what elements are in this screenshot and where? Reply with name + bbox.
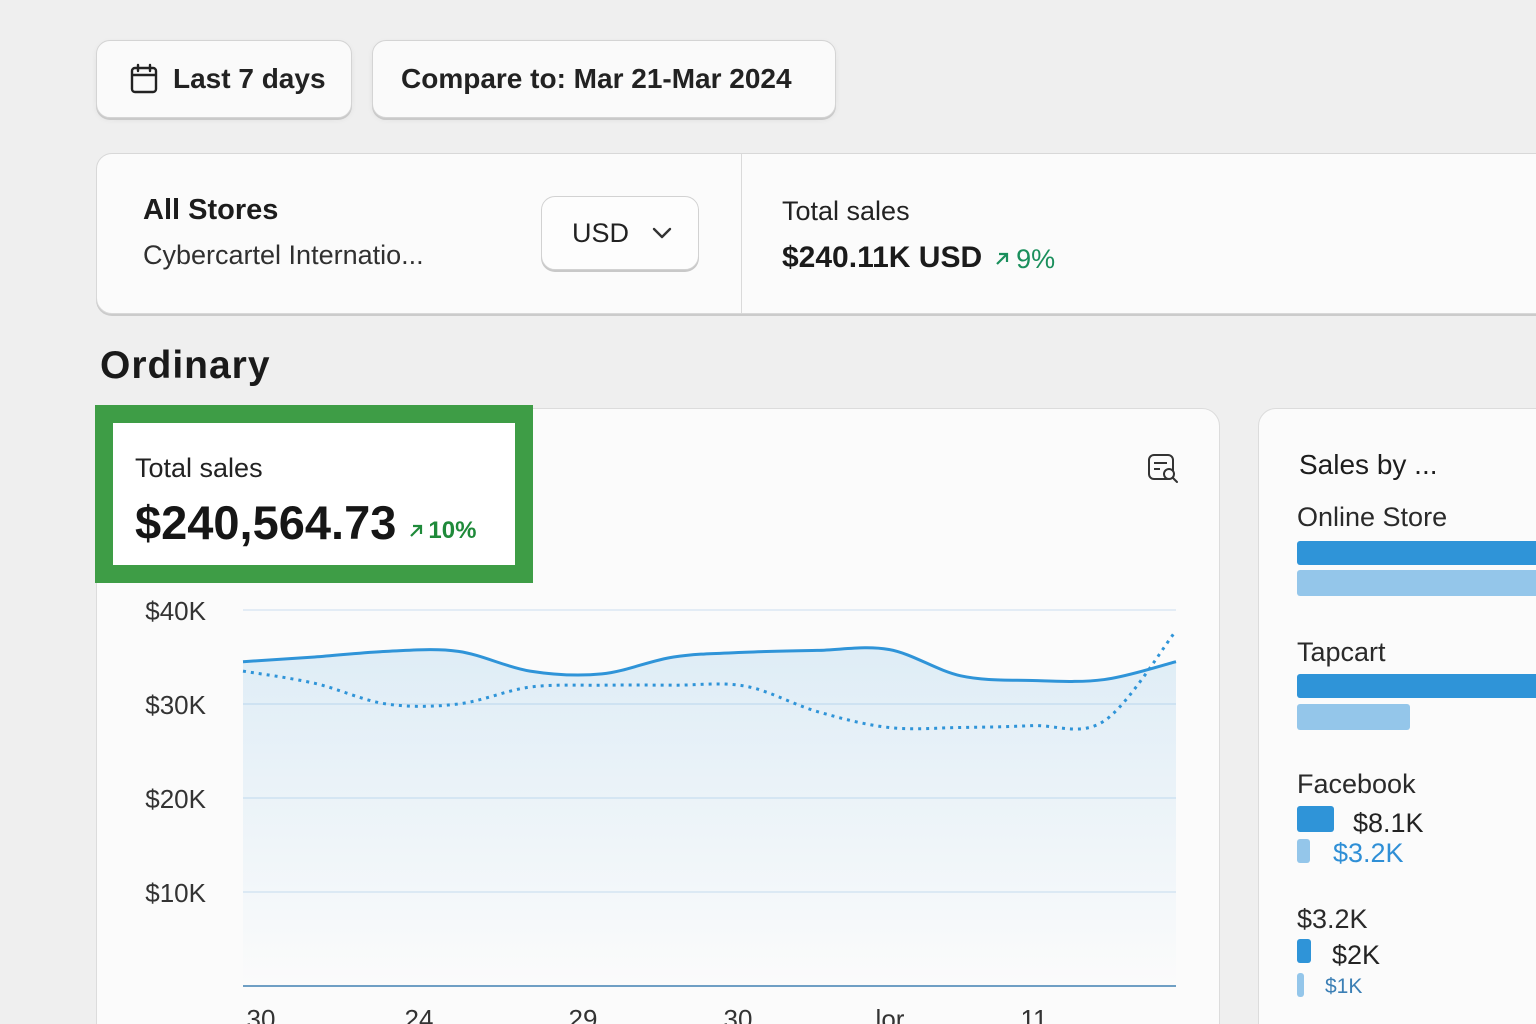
y-tick-label: $20K (145, 784, 206, 814)
total-sales-value: $240.11K USD 9% (782, 241, 1055, 275)
chevron-down-icon (652, 227, 672, 239)
currency-value: USD (572, 217, 630, 248)
highlight-amount: $240,564.73 (135, 496, 397, 549)
store-summary-card: All Stores Cybercartel Internatio... USD… (96, 153, 1536, 314)
channel-bar-current (1297, 674, 1536, 698)
x-tick-label: lor (876, 1004, 905, 1024)
x-tick-label: 29 (569, 1004, 598, 1024)
sales-by-title: Sales by ... (1299, 449, 1438, 480)
x-tick-label: 11 (1021, 1004, 1048, 1024)
x-tick-label: 30 (724, 1004, 753, 1024)
channel-value-previous: $1K (1325, 975, 1363, 998)
date-range-label: Last 7 days (173, 63, 326, 94)
y-tick-label: $40K (145, 596, 206, 626)
y-tick-label: $30K (145, 690, 206, 720)
channel-label: Tapcart (1297, 637, 1386, 667)
total-sales-label: Total sales (782, 196, 910, 226)
compare-label: Compare to: Mar 21-Mar 2024 (401, 63, 792, 94)
channel-bar-previous (1297, 570, 1536, 596)
channel-value-previous: $3.2K (1333, 838, 1404, 868)
channel-value-current: $2K (1332, 940, 1381, 970)
channel-label: Facebook (1297, 769, 1416, 799)
report-search-icon[interactable] (1146, 452, 1180, 484)
date-range-button[interactable]: Last 7 days (96, 40, 352, 118)
series-area (243, 647, 1176, 986)
x-tick-label: 30 (247, 1004, 276, 1024)
x-tick-label: 24 (405, 1004, 434, 1024)
sales-by-channel-card: Sales by ... Online Store Tapcart Facebo… (1258, 408, 1536, 1024)
compare-button[interactable]: Compare to: Mar 21-Mar 2024 (372, 40, 836, 118)
highlight-delta: 10% (408, 517, 476, 545)
summary-divider (741, 154, 742, 313)
channel-label: Online Store (1297, 502, 1448, 532)
channel-bar-current (1297, 541, 1536, 565)
store-title: All Stores (143, 194, 279, 226)
total-sales-delta-value: 9% (1016, 243, 1056, 274)
highlight-value: $240,564.73 10% (135, 495, 476, 550)
channel-bar-previous (1297, 839, 1310, 863)
arrow-up-right-icon (410, 524, 423, 537)
arrow-up-right-icon (996, 252, 1009, 265)
channel-label: $3.2K (1297, 904, 1368, 934)
total-sales-delta: 9% (994, 244, 1055, 275)
channel-bar-current (1297, 939, 1311, 963)
channel-bar-previous (1297, 973, 1304, 997)
total-sales-amount: $240.11K USD (782, 241, 983, 274)
channel-bar-current (1297, 806, 1334, 832)
store-subtitle: Cybercartel Internatio... (143, 240, 424, 270)
total-sales-highlight: Total sales $240,564.73 10% (95, 405, 533, 583)
calendar-icon (130, 63, 158, 94)
total-sales-line-chart: $40K $30K $20K $10K 30 24 29 30 lor 11 (145, 596, 1178, 1024)
highlight-label: Total sales (135, 453, 263, 483)
y-tick-label: $10K (145, 878, 206, 908)
highlight-delta-value: 10% (428, 517, 477, 544)
section-title: Ordinary (100, 344, 271, 387)
channel-bar-previous (1297, 704, 1410, 730)
channel-value-current: $8.1K (1353, 808, 1424, 838)
currency-select[interactable]: USD (541, 196, 699, 270)
